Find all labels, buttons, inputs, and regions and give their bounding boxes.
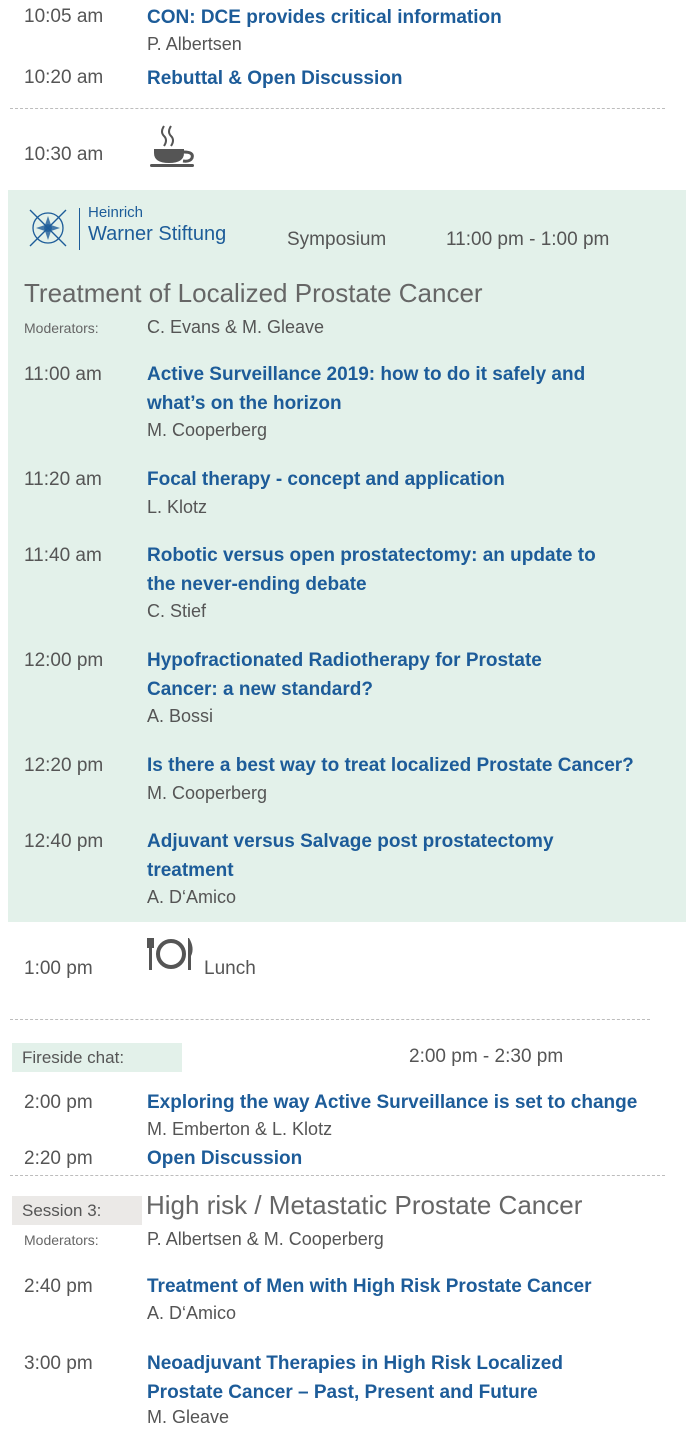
time-1420: 2:20 pm <box>24 1148 93 1169</box>
speaker: M. Emberton & L. Klotz <box>147 1119 333 1139</box>
session3-title: High risk / Metastatic Prostate Cancer <box>146 1190 583 1220</box>
speaker: A. D‘Amico <box>147 887 237 907</box>
talk-title[interactable]: Rebuttal & Open Discussion <box>147 64 667 93</box>
time-1500: 3:00 pm <box>24 1353 93 1374</box>
time-1200: 12:00 pm <box>24 650 104 671</box>
talk-title[interactable]: Exploring the way Active Surveillance is… <box>147 1088 677 1117</box>
coffee-cup-icon <box>150 125 194 167</box>
time-1240: 12:40 pm <box>24 831 104 852</box>
time-1005: 10:05 am <box>24 6 104 27</box>
fireside-label: Fireside chat: <box>12 1043 182 1072</box>
symposium-title: Treatment of Localized Prostate Cancer <box>24 278 483 308</box>
time-1020: 10:20 am <box>24 67 104 88</box>
speaker: P. Albertsen <box>147 34 242 54</box>
talk-title[interactable]: Treatment of Men with High Risk Prostate… <box>147 1272 667 1301</box>
session3-label: Session 3: <box>12 1196 142 1225</box>
talk-title[interactable]: Open Discussion <box>147 1144 667 1173</box>
lunch-label: Lunch <box>204 958 256 979</box>
talk-title[interactable]: Active Surveillance 2019: how to do it s… <box>147 360 667 418</box>
logo-text-warner: Warner Stiftung <box>88 223 227 245</box>
speaker: A. Bossi <box>147 706 214 726</box>
time-1120: 11:20 am <box>24 469 102 490</box>
speaker: M. Cooperberg <box>147 783 268 803</box>
divider <box>10 1175 665 1176</box>
talk-title[interactable]: Neoadjuvant Therapies in High Risk Local… <box>147 1349 667 1407</box>
speaker: M. Cooperberg <box>147 420 268 440</box>
speaker: M. Gleave <box>147 1407 230 1427</box>
symposium-time-range: 11:00 pm - 1:00 pm <box>446 229 610 250</box>
talk-title[interactable]: CON: DCE provides critical information <box>147 3 667 32</box>
logo-divider <box>79 208 80 250</box>
time-1440: 2:40 pm <box>24 1276 93 1297</box>
moderators-names: P. Albertsen & M. Cooperberg <box>147 1229 384 1249</box>
time-1140: 11:40 am <box>24 545 102 566</box>
lunch-time: 1:00 pm <box>24 958 93 979</box>
logo-text-heinrich: Heinrich <box>88 204 144 221</box>
speaker: C. Stief <box>147 601 207 621</box>
time-1220: 12:20 pm <box>24 755 104 776</box>
compass-logo-icon <box>29 209 67 247</box>
talk-title[interactable]: Is there a best way to treat localized P… <box>147 751 677 780</box>
plate-cutlery-icon <box>147 938 193 970</box>
talk-title[interactable]: Robotic versus open prostatectomy: an up… <box>147 541 667 599</box>
talk-title[interactable]: Hypofractionated Radiotherapy for Prosta… <box>147 646 667 704</box>
divider <box>10 108 665 109</box>
time-1400: 2:00 pm <box>24 1092 93 1113</box>
speaker: A. D‘Amico <box>147 1303 237 1323</box>
moderators-label: Moderators: <box>24 1232 99 1248</box>
divider <box>10 1019 650 1020</box>
speaker: L. Klotz <box>147 497 208 517</box>
time-1100: 11:00 am <box>24 364 102 385</box>
moderators-label: Moderators: <box>24 320 99 336</box>
fireside-time-range: 2:00 pm - 2:30 pm <box>409 1046 564 1067</box>
talk-title[interactable]: Adjuvant versus Salvage post prostatecto… <box>147 827 667 885</box>
symposium-label: Symposium <box>287 229 387 250</box>
moderators-names: C. Evans & M. Gleave <box>147 317 325 337</box>
break-time: 10:30 am <box>24 144 104 165</box>
talk-title[interactable]: Focal therapy - concept and application <box>147 465 667 494</box>
